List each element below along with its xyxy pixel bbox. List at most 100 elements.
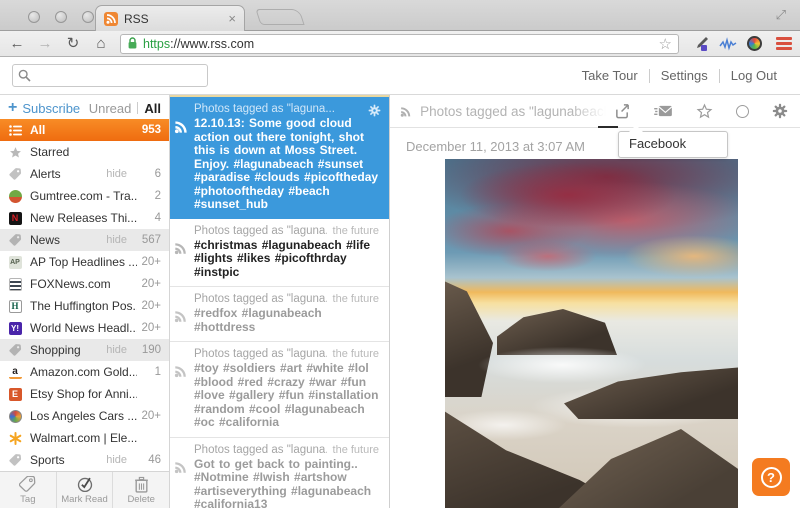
rss-icon [174,119,189,134]
item-source: Photos tagged as "laguna... [194,224,327,237]
share-popover-facebook[interactable]: Facebook [618,125,728,158]
filter-all[interactable]: All [144,101,161,116]
search-icon [18,69,31,82]
gear-icon[interactable] [368,104,381,117]
reader-pane: Photos tagged as "lagunabeach" on In [390,95,800,508]
sidebar-item-shopping[interactable]: Shopping hide 190 [0,339,169,362]
bookmark-star-icon[interactable]: ☆ [659,35,672,53]
share-icon[interactable] [614,103,631,119]
item-body: 12.10.13: Some good cloud action out the… [194,116,379,211]
sidebar-item-netflix[interactable]: N New Releases Thi... 4 [0,207,169,229]
feed-item[interactable]: Photos tagged as "laguna... the future #… [170,342,389,438]
back-icon[interactable]: ← [8,36,26,51]
browser-tab[interactable]: RSS × [95,5,245,31]
unread-count: 953 [141,124,161,137]
filter-unread[interactable]: Unread [89,101,132,116]
reader-actions [614,103,788,119]
read-filter: Unread All [89,101,161,116]
app-topbar: Take Tour Settings Log Out [0,57,800,95]
item-time: the future [332,443,379,456]
hide-link[interactable]: hide [106,454,127,466]
url-rest: ://www.rss.com [170,36,255,51]
sidebar-item-yahoo-news[interactable]: Y! World News Headl... 20+ [0,317,169,339]
fox-favicon [8,277,22,291]
gumtree-favicon [8,189,22,203]
tag-icon [8,453,22,467]
star-icon[interactable] [696,103,713,119]
item-body: #redfox #lagunabeach #hottdress [194,306,322,334]
question-mark-icon: ? [760,466,782,488]
take-tour-link[interactable]: Take Tour [571,68,649,83]
article-date: December 11, 2013 at 3:07 AM [406,139,585,154]
rss-icon [174,460,188,474]
sidebar-footer-toolbar: Tag Mark Read Delete [0,471,169,508]
rss-icon [400,106,411,117]
item-body: #toy #soldiers #art #white #lol #blood #… [194,361,379,429]
email-icon[interactable] [654,105,673,118]
sidebar-item-alerts[interactable]: Alerts hide 6 [0,163,169,185]
hide-link[interactable]: hide [106,344,127,356]
delete-button[interactable]: Delete [113,472,169,508]
tag-icon [8,233,22,247]
subscribe-button[interactable]: + Subscribe [8,99,80,117]
sidebar-item-la-cars[interactable]: Los Angeles Cars ... 20+ [0,405,169,427]
sidebar-item-ap[interactable]: AP AP Top Headlines ... 20+ [0,251,169,273]
feed-item-selected[interactable]: Photos tagged as "laguna... 12.10.13: So… [170,95,389,219]
divider [137,102,139,115]
search-input[interactable] [35,68,202,83]
search-box[interactable] [12,64,208,87]
logout-link[interactable]: Log Out [720,68,788,83]
item-time: the future [332,293,379,305]
mark-unread-circle-icon[interactable] [736,104,749,118]
item-source: Photos tagged as "laguna... [194,103,335,115]
tab-close-icon[interactable]: × [228,11,236,26]
sidebar-item-starred[interactable]: Starred [0,141,169,163]
reload-icon[interactable]: ↻ [64,36,82,51]
home-icon[interactable]: ⌂ [92,36,110,51]
feed-item-list: Photos tagged as "laguna... 12.10.13: So… [170,95,390,508]
window-zoom-button[interactable] [82,11,94,23]
new-tab-button[interactable] [255,9,305,25]
settings-link[interactable]: Settings [650,68,719,83]
sidebar-item-sports[interactable]: Sports hide 46 [0,449,169,471]
url-text: https://www.rss.com [143,37,654,51]
forward-icon[interactable]: → [36,36,54,51]
help-button[interactable]: ? [752,458,790,496]
window-close-button[interactable] [28,11,40,23]
tag-icon [19,475,36,492]
feed-item[interactable]: Photos tagged as "laguna... the future #… [170,219,389,287]
window-minimize-button[interactable] [55,11,67,23]
camera-lens-extension-icon[interactable] [747,36,762,51]
sidebar-item-huffpost[interactable]: H The Huffington Pos... 20+ [0,295,169,317]
tag-button[interactable]: Tag [0,472,57,508]
sidebar-item-gumtree[interactable]: Gumtree.com - Tra... 2 [0,185,169,207]
gear-icon[interactable] [772,103,788,119]
sidebar-item-walmart[interactable]: Walmart.com | Ele... [0,427,169,449]
item-source: Photos tagged as "laguna... [194,443,327,456]
etsy-favicon: E [8,387,22,401]
sidebar-item-all[interactable]: All 953 [0,119,169,142]
yahoo-favicon: Y! [8,321,22,335]
hide-link[interactable]: hide [106,168,127,180]
feed-item[interactable]: Photos tagged as "laguna... the future #… [170,287,389,342]
rss-icon [174,309,188,323]
sidebar-item-etsy[interactable]: E Etsy Shop for Anni... [0,383,169,405]
hide-link[interactable]: hide [106,234,127,246]
fullscreen-icon[interactable]: ⤢ [776,7,786,23]
item-source: Photos tagged as "laguna... [194,348,327,360]
huffpost-favicon: H [8,299,22,313]
sidebar-item-news[interactable]: News hide 567 [0,229,169,252]
address-bar[interactable]: https://www.rss.com ☆ [120,33,679,54]
la-cars-favicon [8,409,22,423]
sidebar-item-amazon[interactable]: a Amazon.com Gold... 1 [0,361,169,383]
sidebar-item-foxnews[interactable]: FOXNews.com 20+ [0,273,169,295]
browser-titlebar: RSS × ⤢ [0,0,800,31]
tab-title: RSS [124,11,149,26]
mark-read-button[interactable]: Mark Read [57,472,114,508]
account-links: Take Tour Settings Log Out [571,68,788,83]
item-source: Photos tagged as "laguna... [194,293,327,305]
browser-menu-icon[interactable] [776,37,792,50]
eyedropper-extension-icon[interactable] [693,36,709,52]
feed-item[interactable]: Photos tagged as "laguna... the future G… [170,438,389,508]
waveform-extension-icon[interactable] [719,36,737,51]
